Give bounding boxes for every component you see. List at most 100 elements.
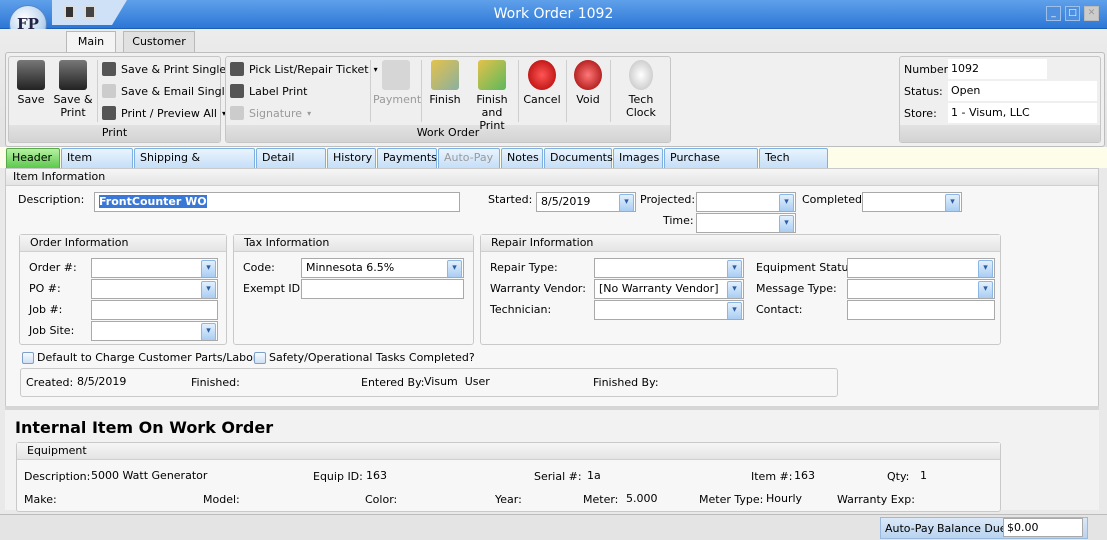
floppy-icon (17, 60, 45, 90)
contact-label: Contact: (756, 303, 803, 316)
save-print-label-1: Save & (53, 93, 93, 106)
signature-button[interactable]: Signature ▾ (230, 106, 311, 120)
tab-images[interactable]: Images (613, 148, 663, 168)
label: Pick List/Repair Ticket (249, 62, 369, 76)
tab-history[interactable]: History (327, 148, 376, 168)
repair-type-label: Repair Type: (490, 261, 558, 274)
equipment-meter: 5.000 (626, 492, 658, 505)
status-label: Status: (904, 85, 943, 98)
finish-button[interactable]: Finish (424, 60, 466, 106)
number-label: Number: (904, 63, 952, 76)
void-icon (574, 60, 602, 90)
started-label: Started: (488, 193, 533, 206)
projected-label: Projected: (640, 193, 696, 206)
contact-input[interactable] (847, 300, 995, 320)
equipment-make-label: Make: (24, 493, 57, 506)
equipment-serial-label: Serial #: (534, 470, 582, 483)
ribbon-tab-customer[interactable]: Customer (123, 31, 195, 53)
payment-button[interactable]: Payment (373, 60, 422, 106)
printer-icon (230, 62, 244, 76)
finished-by-label: Finished By: (593, 376, 659, 389)
tech-clock-button[interactable]: Tech Clock (613, 60, 669, 119)
label-print-button[interactable]: Label Print (230, 84, 307, 98)
signature-icon (230, 106, 244, 120)
save-email-single-button[interactable]: Save & Email Single (102, 84, 231, 98)
maximize-button[interactable]: □ (1065, 6, 1080, 21)
info-panel-footer (900, 125, 1100, 142)
equipment-description: 5000 Watt Generator (91, 469, 208, 482)
default-charge-label: Default to Charge Customer Parts/Labor? (37, 351, 264, 364)
tab-payments[interactable]: Payments (377, 148, 437, 168)
po-number-select[interactable] (91, 279, 218, 299)
save-print-single-button[interactable]: Save & Print Single (102, 62, 226, 76)
message-type-label: Message Type: (756, 282, 837, 295)
label: Save & Email Single (121, 84, 232, 98)
entered-by-label: Entered By: (361, 376, 425, 389)
equipment-qty: 1 (920, 469, 927, 482)
tab-tech-hours[interactable]: Tech Hours (759, 148, 828, 182)
equipment-description-label: Description: (24, 470, 91, 483)
finish-print-icon (478, 60, 506, 90)
completed-label: Completed: (802, 193, 866, 206)
close-button[interactable]: ✕ (1084, 6, 1099, 21)
save-print-button[interactable]: Save & Print (52, 60, 94, 119)
tab-notes[interactable]: Notes (501, 148, 543, 168)
label-1: Finish (476, 93, 508, 106)
equipment-equip-id-label: Equip ID: (313, 470, 363, 483)
internal-item-title: Internal Item On Work Order (15, 418, 274, 437)
minimize-button[interactable]: _ (1046, 6, 1061, 21)
tax-code-select[interactable]: Minnesota 6.5% (301, 258, 464, 278)
tab-purchase-orders[interactable]: Purchase Orders (664, 148, 758, 182)
status-value: Open (948, 81, 1097, 101)
order-number-select[interactable] (91, 258, 218, 278)
window-title: Work Order 1092 (493, 6, 614, 22)
save-print-label-2: Print (60, 106, 86, 119)
finish-and-print-button[interactable]: Finish and Print (468, 60, 516, 132)
equipment-status-select[interactable] (847, 258, 995, 278)
cancel-button[interactable]: Cancel (521, 60, 563, 106)
technician-select[interactable] (594, 300, 744, 320)
job-number-input[interactable] (91, 300, 218, 320)
po-number-label: PO #: (29, 282, 61, 295)
envelope-icon (102, 84, 116, 98)
order-number-label: Order #: (29, 261, 77, 274)
exempt-id-input[interactable] (301, 279, 464, 299)
equipment-year-label: Year: (495, 493, 522, 506)
label: Cancel (523, 93, 561, 106)
job-site-label: Job Site: (29, 324, 75, 337)
tab-header[interactable]: Header (6, 148, 60, 168)
projected-date-picker[interactable] (696, 192, 796, 212)
job-site-select[interactable] (91, 321, 218, 341)
tab-shipping-dispatching[interactable]: Shipping & Dispatching (134, 148, 255, 182)
floppy-printer-icon (102, 62, 116, 76)
save-button[interactable]: Save (12, 60, 50, 106)
label: Payment (373, 93, 422, 106)
equipment-color-label: Color: (365, 493, 398, 506)
completed-date-picker[interactable] (862, 192, 962, 212)
pick-list-button[interactable]: Pick List/Repair Ticket ▾ (230, 62, 378, 76)
autopay-label[interactable]: Auto-Pay (885, 522, 934, 535)
balance-due-value: $0.00 (1003, 518, 1083, 537)
equipment-model-label: Model: (203, 493, 240, 506)
time-picker[interactable] (696, 213, 796, 233)
print-preview-all-button[interactable]: Print / Preview All ▾ (102, 106, 226, 120)
tab-detail-lines[interactable]: Detail Lines (256, 148, 326, 182)
ribbon-tab-main[interactable]: Main (66, 31, 116, 53)
repair-type-select[interactable] (594, 258, 744, 278)
message-type-select[interactable] (847, 279, 995, 299)
printer-icon (102, 106, 116, 120)
tab-item-details[interactable]: Item Details (61, 148, 133, 182)
started-date-picker[interactable]: 8/5/2019 (536, 192, 636, 212)
tab-documents[interactable]: Documents (544, 148, 613, 168)
tax-code-label: Code: (243, 261, 275, 274)
tab-auto-pay[interactable]: Auto-Pay (438, 148, 500, 168)
created-label: Created: (26, 376, 74, 389)
default-charge-checkbox[interactable] (22, 352, 34, 364)
equipment-serial: 1a (587, 469, 601, 482)
work-order-group-label: Work Order (226, 125, 670, 142)
warranty-vendor-select[interactable]: [No Warranty Vendor] (594, 279, 744, 299)
safety-checkbox[interactable] (254, 352, 266, 364)
description-input[interactable]: FrontCounter WO (94, 192, 460, 212)
label: Tech Clock (626, 93, 656, 119)
void-button[interactable]: Void (569, 60, 607, 106)
